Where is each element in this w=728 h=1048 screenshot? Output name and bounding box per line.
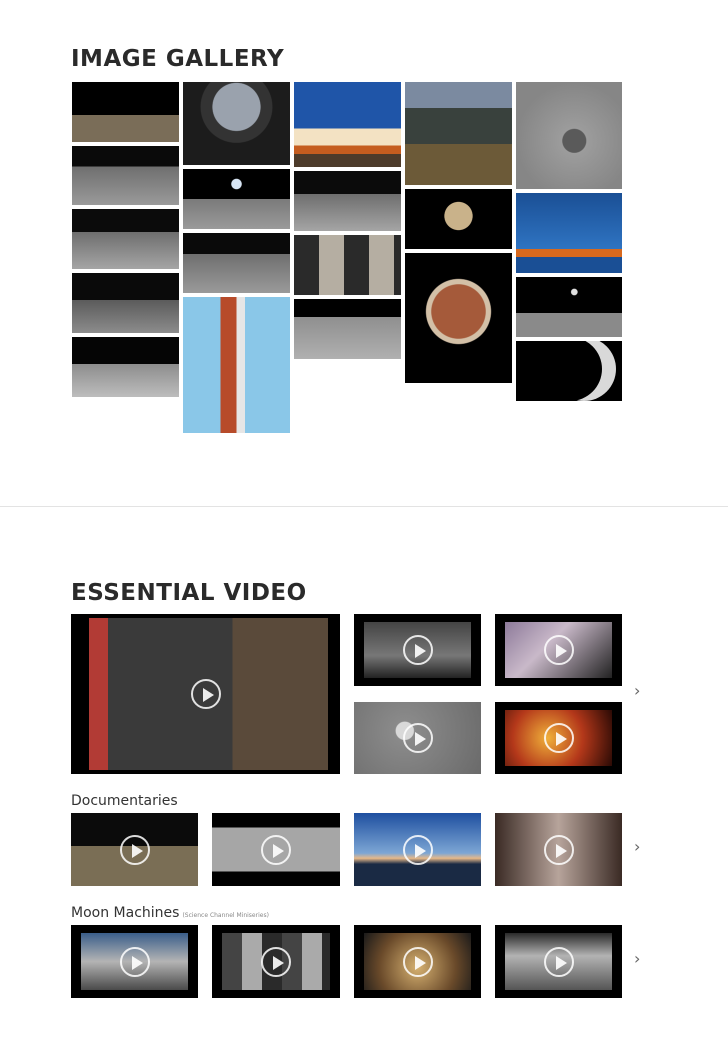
video-tile[interactable] [212, 813, 340, 886]
gallery-photo[interactable] [72, 146, 179, 205]
play-icon [119, 834, 150, 865]
video-tile[interactable] [212, 925, 340, 998]
gallery-photo[interactable] [294, 235, 401, 295]
chevron-right-icon[interactable]: › [634, 683, 644, 699]
video-tile[interactable] [354, 813, 481, 886]
play-icon [119, 946, 150, 977]
gallery-photo[interactable] [516, 277, 622, 337]
gallery-photo[interactable] [183, 297, 290, 433]
play-icon [261, 834, 291, 865]
video-tile[interactable] [354, 614, 481, 686]
play-icon [402, 834, 433, 865]
moon-machines-label-text: Moon Machines [71, 905, 180, 921]
gallery-photo[interactable] [294, 82, 401, 167]
featured-video[interactable] [71, 614, 340, 774]
documentaries-label: Documentaries [71, 793, 178, 809]
moon-machines-subtitle: (Science Channel Miniseries) [182, 912, 269, 919]
gallery-photo[interactable] [294, 299, 401, 359]
essential-video-title: ESSENTIAL VIDEO [71, 580, 307, 606]
gallery-photo[interactable] [72, 209, 179, 269]
gallery-photo[interactable] [405, 82, 512, 185]
gallery-photo[interactable] [72, 337, 179, 397]
video-tile[interactable] [495, 925, 622, 998]
chevron-right-icon[interactable]: › [634, 839, 644, 855]
video-tile[interactable] [71, 813, 198, 886]
moon-machines-label: Moon Machines (Science Channel Miniseries… [71, 905, 269, 921]
play-icon [402, 635, 433, 665]
play-icon [543, 946, 574, 977]
video-tile[interactable] [354, 925, 481, 998]
chevron-right-icon[interactable]: › [634, 951, 644, 967]
play-icon [190, 679, 221, 709]
gallery-photo[interactable] [405, 253, 512, 383]
image-gallery-title: IMAGE GALLERY [71, 46, 285, 72]
video-tile[interactable] [495, 614, 622, 686]
gallery-photo[interactable] [183, 233, 290, 293]
play-icon [402, 723, 433, 753]
play-icon [402, 946, 433, 977]
gallery-photo[interactable] [72, 273, 179, 333]
gallery-photo[interactable] [405, 189, 512, 249]
gallery-photo[interactable] [516, 193, 622, 273]
play-icon [261, 946, 291, 977]
video-tile[interactable] [495, 702, 622, 774]
video-tile[interactable] [495, 813, 622, 886]
gallery-photo[interactable] [516, 82, 622, 189]
gallery-photo[interactable] [294, 171, 401, 231]
play-icon [543, 723, 574, 753]
gallery-photo[interactable] [183, 169, 290, 229]
documentaries-label-text: Documentaries [71, 793, 178, 809]
play-icon [543, 635, 574, 665]
gallery-photo[interactable] [72, 82, 179, 142]
play-icon [543, 834, 574, 865]
video-tile[interactable] [354, 702, 481, 774]
gallery-photo[interactable] [516, 341, 622, 401]
gallery-photo[interactable] [183, 82, 290, 165]
section-divider [0, 506, 728, 507]
video-tile[interactable] [71, 925, 198, 998]
